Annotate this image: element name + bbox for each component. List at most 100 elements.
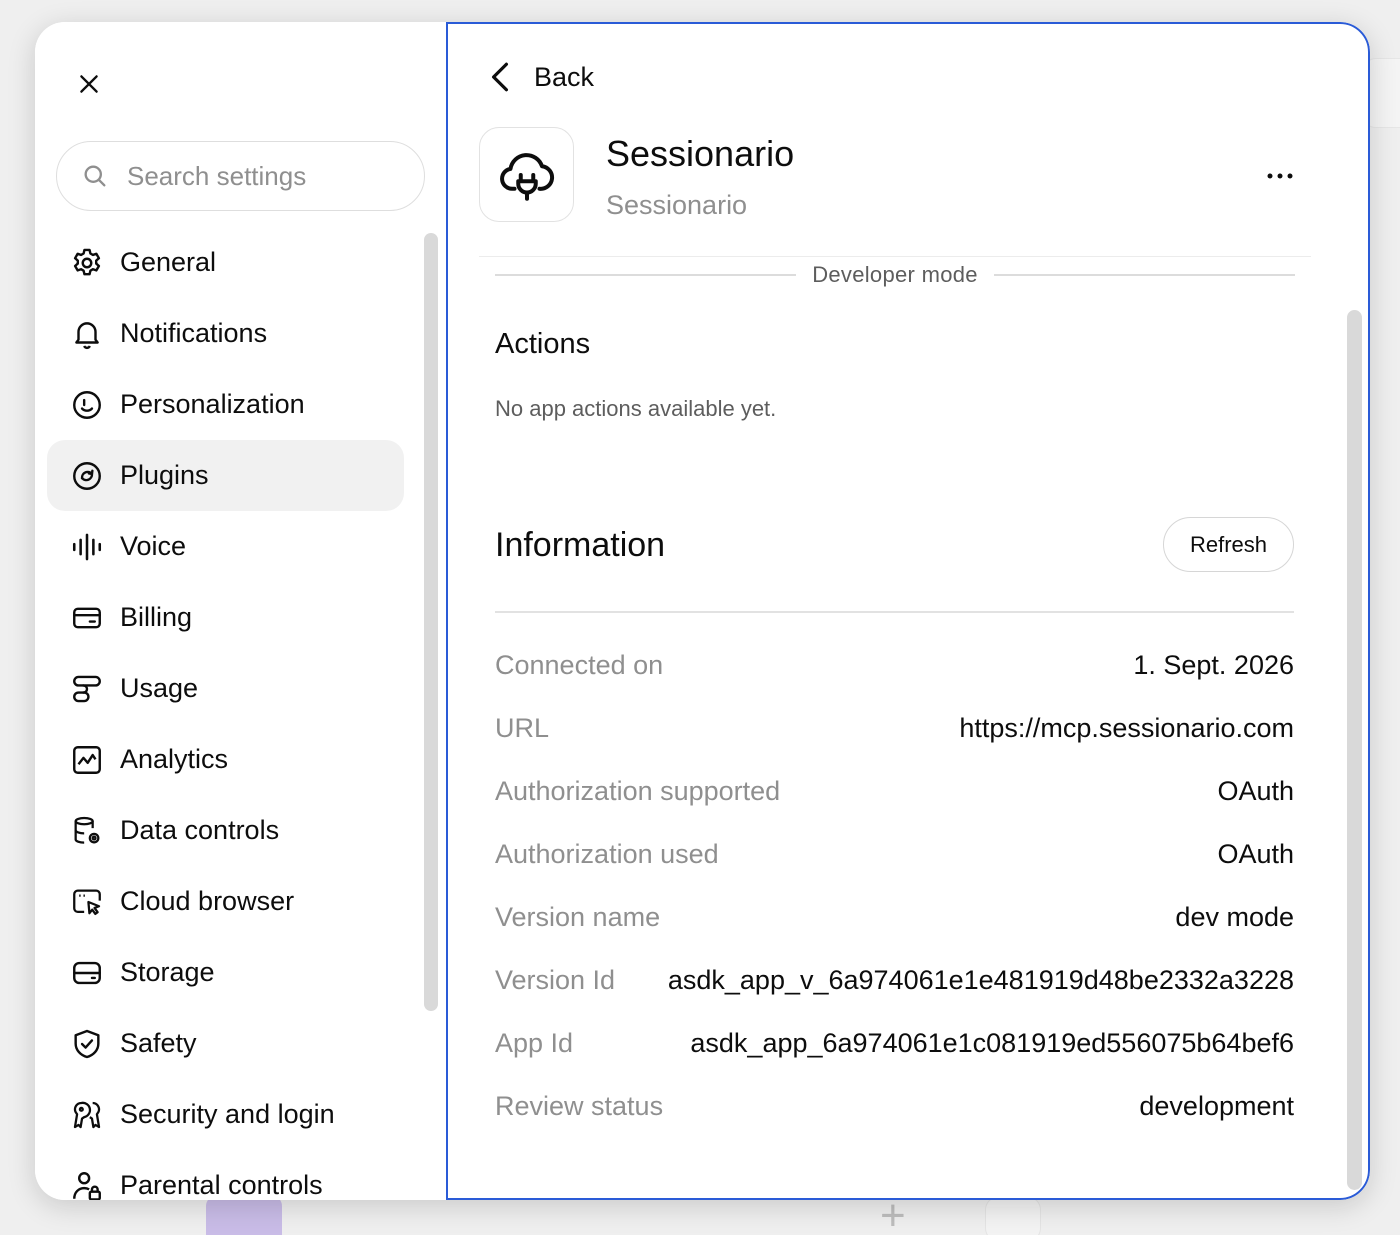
app-logo (479, 127, 574, 222)
info-key: Review status (495, 1091, 664, 1121)
more-horizontal-icon (1267, 173, 1293, 179)
sidebar-item-personalization[interactable]: Personalization (47, 369, 404, 440)
sidebar-item-analytics[interactable]: Analytics (47, 724, 404, 795)
info-row-authorization-used: Authorization used OAuth (495, 823, 1294, 886)
info-key: Version name (495, 902, 661, 932)
developer-mode-label: Developer mode (812, 262, 978, 287)
developer-mode-divider: Developer mode (495, 260, 1295, 290)
actions-empty-text: No app actions available yet. (495, 396, 777, 421)
info-value: development (1139, 1091, 1294, 1121)
info-value: asdk_app_6a974061e1c081919ed556075b64bef… (690, 1028, 1294, 1058)
settings-nav: General Notifications Personalization Pl… (47, 227, 404, 1200)
info-value: OAuth (1217, 776, 1294, 806)
parental-controls-icon (69, 1168, 105, 1200)
sidebar-item-usage[interactable]: Usage (47, 653, 404, 724)
database-gear-icon (69, 813, 105, 849)
sidebar-item-label: Voice (120, 531, 187, 561)
shield-check-icon (69, 1026, 105, 1062)
info-value: 1. Sept. 2026 (1133, 650, 1294, 680)
search-icon (84, 165, 106, 187)
sidebar-item-label: Cloud browser (120, 886, 295, 916)
search-input[interactable] (127, 160, 397, 192)
info-value: asdk_app_v_6a974061e1e481919d48be2332a32… (667, 965, 1294, 995)
info-value: dev mode (1175, 902, 1294, 932)
security-icon (69, 1097, 105, 1133)
info-row-authorization-supported: Authorization supported OAuth (495, 760, 1294, 823)
smile-icon (69, 387, 105, 423)
sidebar-item-label: Storage (120, 957, 215, 987)
info-key: App Id (495, 1028, 574, 1058)
sidebar-item-general[interactable]: General (47, 227, 404, 298)
actions-heading: Actions (495, 328, 591, 360)
info-key: Connected on (495, 650, 664, 680)
plugins-icon (69, 458, 105, 494)
sidebar-item-label: Billing (120, 602, 193, 632)
sidebar-item-label: General (120, 247, 217, 277)
info-row-review-status: Review status development (495, 1075, 1294, 1138)
app-title: Sessionario (606, 133, 795, 174)
voice-waveform-icon (69, 529, 105, 565)
info-value: OAuth (1217, 839, 1294, 869)
sidebar-item-plugins[interactable]: Plugins (47, 440, 404, 511)
storage-icon (69, 955, 105, 991)
sidebar-item-label: Personalization (120, 389, 305, 419)
info-row-connected-on: Connected on 1. Sept. 2026 (495, 634, 1294, 697)
sidebar-item-safety[interactable]: Safety (47, 1008, 404, 1079)
background-plugin-row: + (200, 1191, 1400, 1235)
sidebar-item-label: Analytics (120, 744, 229, 774)
sidebar-item-parental-controls[interactable]: Parental controls (47, 1150, 404, 1200)
panel-scrollbar[interactable] (1347, 310, 1362, 1190)
sidebar-item-label: Notifications (120, 318, 268, 348)
close-icon (80, 75, 98, 93)
analytics-icon (69, 742, 105, 778)
info-row-version-name: Version name dev mode (495, 886, 1294, 949)
background-plus-icon: + (880, 1191, 906, 1235)
divider-line-left (495, 274, 797, 276)
sidebar-item-cloud-browser[interactable]: Cloud browser (47, 866, 404, 937)
sidebar-item-security-and-login[interactable]: Security and login (47, 1079, 404, 1150)
information-divider (495, 611, 1294, 613)
refresh-button[interactable]: Refresh (1163, 517, 1294, 572)
settings-sidebar: General Notifications Personalization Pl… (35, 22, 446, 1200)
sidebar-item-data-controls[interactable]: Data controls (47, 795, 404, 866)
back-button[interactable]: Back (490, 57, 594, 97)
sidebar-item-label: Security and login (120, 1099, 335, 1129)
header-divider (479, 256, 1311, 257)
bell-icon (69, 316, 105, 352)
sidebar-item-label: Parental controls (120, 1170, 323, 1200)
info-key: Authorization used (495, 839, 719, 869)
cloud-plug-icon (499, 152, 554, 201)
plugin-detail-panel: Back Sessionario Sessionario Developer m… (446, 22, 1370, 1200)
background-plugin-logo-2 (985, 1196, 1041, 1235)
chevron-left-icon (490, 61, 510, 93)
more-options-button[interactable] (1258, 154, 1302, 198)
info-row-app-id: App Id asdk_app_6a974061e1c081919ed55607… (495, 1012, 1294, 1075)
close-button[interactable] (71, 66, 107, 102)
sidebar-item-label: Plugins (120, 460, 209, 490)
usage-icon (69, 671, 105, 707)
cloud-browser-icon (69, 884, 105, 920)
gear-icon (69, 245, 105, 281)
background-plugin-logo (206, 1196, 282, 1235)
sidebar-item-label: Safety (120, 1028, 197, 1058)
sidebar-scrollbar[interactable] (424, 233, 438, 1011)
sidebar-item-label: Usage (120, 673, 199, 703)
sidebar-item-label: Data controls (120, 815, 280, 845)
divider-line-right (993, 274, 1295, 276)
information-list: Connected on 1. Sept. 2026 URL https://m… (495, 634, 1294, 1138)
sidebar-item-notifications[interactable]: Notifications (47, 298, 404, 369)
info-key: URL (495, 713, 550, 743)
sidebar-item-billing[interactable]: Billing (47, 582, 404, 653)
settings-modal: General Notifications Personalization Pl… (35, 22, 1370, 1200)
info-row-version-id: Version Id asdk_app_v_6a974061e1e481919d… (495, 949, 1294, 1012)
credit-card-icon (69, 600, 105, 636)
info-key: Version Id (495, 965, 616, 995)
search-box[interactable] (56, 141, 425, 211)
information-heading: Information (495, 526, 666, 564)
sidebar-item-storage[interactable]: Storage (47, 937, 404, 1008)
info-key: Authorization supported (495, 776, 781, 806)
info-value: https://mcp.sessionario.com (959, 713, 1294, 743)
info-row-url: URL https://mcp.sessionario.com (495, 697, 1294, 760)
back-label: Back (534, 61, 595, 92)
sidebar-item-voice[interactable]: Voice (47, 511, 404, 582)
